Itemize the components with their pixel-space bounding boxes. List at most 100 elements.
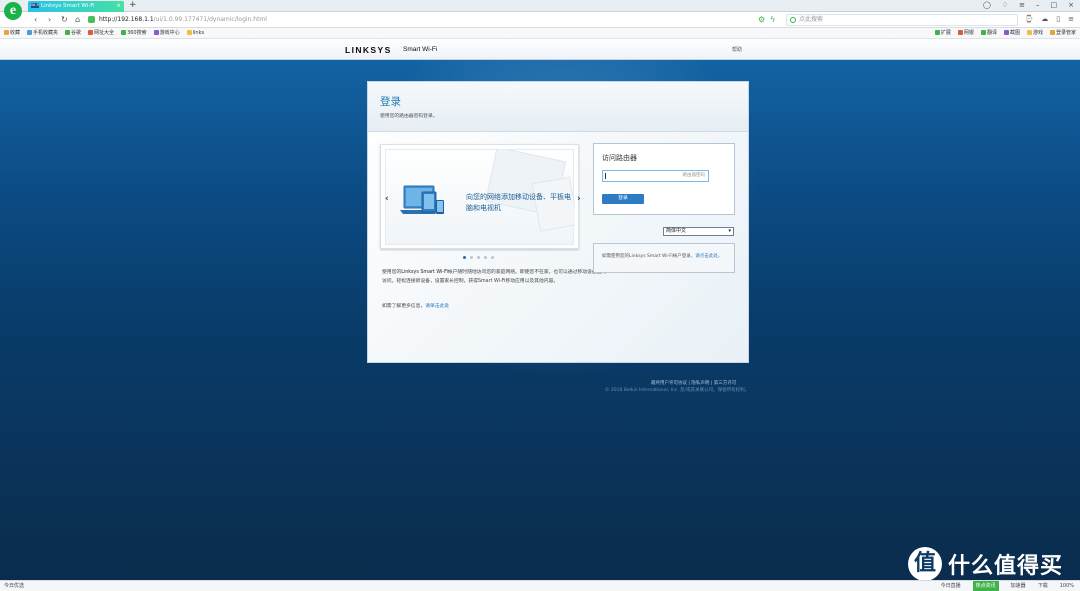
url-input[interactable]: http://192.168.1.1/ui/1.0.99.177471/dyna… bbox=[88, 14, 772, 26]
footer-copyright: © 2016 Belkin International, Inc. 及/或其关联… bbox=[605, 388, 750, 393]
access-router-panel: 访问路由器 路由器密码 登录 bbox=[593, 143, 735, 215]
toolbar-bookmark-item[interactable]: 翻译 bbox=[980, 28, 997, 39]
bookmark-item[interactable]: 手机收藏夹 bbox=[27, 28, 58, 39]
bookmark-label: 网址大全 bbox=[94, 30, 115, 36]
watermark: 值 什么值得买 bbox=[908, 547, 1063, 580]
description-highlight: Linksys Smart Wi-Fi bbox=[401, 270, 448, 275]
toolbar-bookmark-icon bbox=[934, 30, 940, 35]
bookmark-icon bbox=[153, 30, 159, 35]
text-caret bbox=[605, 173, 606, 179]
linksys-logo: LINKSYS bbox=[345, 45, 392, 55]
toolbar-bookmark-label: 游戏 bbox=[1032, 30, 1043, 36]
status-item[interactable]: 加速器 bbox=[1011, 581, 1026, 591]
bookmarks-bar: 收藏 手机收藏夹 谷歌 网址大全 360搜索 游戏中心 links 扩展 网银 翻译 截图 游戏 登录… bbox=[0, 28, 1080, 39]
today-picks[interactable]: 今日优选 bbox=[4, 581, 24, 591]
minimize-icon[interactable]: – bbox=[1036, 1, 1040, 9]
bookmarks-left: 收藏 手机收藏夹 谷歌 网址大全 360搜索 游戏中心 links bbox=[4, 28, 204, 39]
toolbar-bookmark-item[interactable]: 截图 bbox=[1003, 28, 1020, 39]
close-window-icon[interactable]: × bbox=[1068, 1, 1074, 9]
skin-icon[interactable]: ♢ bbox=[1002, 1, 1008, 9]
phone-icon[interactable]: ▯ bbox=[1056, 15, 1060, 23]
more-menu-icon[interactable]: ≡ bbox=[1068, 15, 1074, 23]
toolbar-bookmark-item[interactable]: 登录管家 bbox=[1049, 28, 1076, 39]
status-item[interactable]: 下载 bbox=[1038, 581, 1048, 591]
toolbar-bookmark-item[interactable]: 游戏 bbox=[1026, 28, 1043, 39]
language-value: 简体中文 bbox=[666, 228, 687, 234]
bookmark-item[interactable]: 360搜索 bbox=[121, 28, 147, 39]
carousel-dot-5[interactable] bbox=[491, 256, 494, 259]
bookmark-icon bbox=[121, 30, 127, 35]
carousel-dot-2[interactable] bbox=[470, 256, 473, 259]
carousel-caption: 向您的网络添加移动设备、平板电脑和电视机 bbox=[466, 193, 571, 212]
bookmark-item[interactable]: 网址大全 bbox=[88, 28, 114, 39]
lightning-icon[interactable]: ϟ bbox=[770, 14, 775, 26]
language-select[interactable]: 简体中文 ▾ bbox=[663, 227, 734, 236]
page-subtitle: 使用您的路由器密码登录。 bbox=[380, 114, 438, 119]
dropdown-caret-icon: ▾ bbox=[728, 228, 731, 234]
new-tab-button[interactable]: + bbox=[129, 0, 137, 11]
url-path: /ui/1.0.99.177471/dynamic/login.html bbox=[153, 16, 267, 23]
login-card: 登录 使用您的路由器密码登录。 ‹ › 向您的网络添加移动设备、平板电脑和电视机… bbox=[367, 81, 749, 363]
login-card-header: 登录 使用您的路由器密码登录。 bbox=[368, 82, 748, 132]
toolbar-bookmark-icon bbox=[957, 30, 963, 35]
bookmark-item[interactable]: 游戏中心 bbox=[153, 28, 180, 39]
maximize-icon[interactable]: □ bbox=[1051, 1, 1058, 9]
user-icon[interactable]: ◯ bbox=[983, 1, 991, 9]
url-host: http://192.168.1.1 bbox=[99, 16, 154, 23]
toolbar-bookmark-label: 网银 bbox=[963, 30, 974, 36]
access-router-title: 访问路由器 bbox=[602, 154, 637, 162]
cloud-icon[interactable]: ☁ bbox=[1041, 15, 1048, 23]
watermark-text: 什么值得买 bbox=[948, 554, 1064, 579]
carousel-next-icon[interactable]: › bbox=[577, 194, 581, 204]
toolbar-bookmark-icon bbox=[1049, 30, 1055, 35]
bookmark-icon bbox=[27, 30, 33, 35]
bookmark-label: 手机收藏夹 bbox=[33, 30, 59, 36]
carousel-prev-icon[interactable]: ‹ bbox=[385, 194, 389, 204]
status-item[interactable]: 100% bbox=[1060, 581, 1074, 591]
shield-status-icon[interactable]: ⚙ bbox=[758, 14, 765, 26]
more-info-prefix: 如需了解更多信息， bbox=[382, 304, 426, 309]
router-password-input[interactable]: 路由器密码 bbox=[602, 170, 709, 182]
bookmark-item[interactable]: 谷歌 bbox=[65, 28, 81, 39]
tab-linksys[interactable]: Wi-Fi Linksys Smart Wi-Fi × bbox=[28, 1, 124, 12]
bookmark-icon bbox=[88, 30, 94, 35]
secure-shield-icon bbox=[88, 16, 95, 23]
reload-icon[interactable]: ↻ bbox=[61, 14, 68, 26]
status-item[interactable]: 热点资讯 bbox=[972, 581, 999, 591]
help-link[interactable]: 帮助 bbox=[732, 46, 742, 53]
password-placeholder: 路由器密码 bbox=[682, 173, 706, 178]
more-info-link[interactable]: 请单击此处 bbox=[425, 304, 449, 309]
carousel: ‹ › 向您的网络添加移动设备、平板电脑和电视机 bbox=[380, 144, 581, 249]
toolbar-bookmark-label: 翻译 bbox=[986, 30, 997, 36]
smart-wifi-account-panel: 如需使用您的Linksys Smart Wi-Fi帐户登录，请点击此处。 bbox=[593, 243, 735, 273]
feature-description: 使用您的Linksys Smart Wi-Fi帐户随时随地访问您的家庭网络。即使… bbox=[382, 269, 608, 286]
carousel-dot-1[interactable] bbox=[463, 256, 466, 259]
login-button[interactable]: 登录 bbox=[602, 194, 644, 204]
window-controls: ◯ ♢ ≡ – □ × bbox=[983, 1, 1074, 9]
carousel-dots bbox=[463, 256, 494, 259]
tab-favicon: Wi-Fi bbox=[31, 3, 40, 8]
toolbar-bookmark-item[interactable]: 扩展 bbox=[934, 28, 951, 39]
history-icon[interactable]: ⌚ bbox=[1025, 15, 1034, 23]
tab-title: Linksys Smart Wi-Fi bbox=[41, 3, 95, 9]
status-item[interactable]: 今日直播 bbox=[941, 581, 961, 591]
footer-links[interactable]: 最终用户许可协议 | 隐私声明 | 第三方许可 bbox=[651, 380, 736, 386]
search-input[interactable]: 点此搜索 bbox=[786, 14, 1018, 26]
close-tab-icon[interactable]: × bbox=[116, 1, 121, 12]
smart-wifi-login-link[interactable]: 请点击此处。 bbox=[695, 254, 722, 259]
home-icon[interactable]: ⌂ bbox=[75, 14, 80, 26]
app-text-prefix: 如需使用您的Linksys Smart Wi-Fi帐户登录， bbox=[602, 254, 696, 259]
carousel-dot-3[interactable] bbox=[477, 256, 480, 259]
toolbar-bookmark-icon bbox=[1026, 30, 1032, 35]
bookmark-item[interactable]: links bbox=[186, 28, 204, 39]
back-icon[interactable]: ‹ bbox=[34, 14, 37, 26]
page-title: 登录 bbox=[380, 96, 401, 108]
description-prefix: 使用您的 bbox=[382, 270, 402, 275]
toolbar-bookmark-item[interactable]: 网银 bbox=[957, 28, 974, 39]
bookmark-item[interactable]: 收藏 bbox=[4, 28, 20, 39]
forward-icon[interactable]: › bbox=[48, 14, 51, 26]
bookmark-label: 谷歌 bbox=[71, 30, 82, 36]
bookmark-label: 游戏中心 bbox=[159, 30, 180, 36]
menu-icon[interactable]: ≡ bbox=[1019, 1, 1025, 9]
carousel-dot-4[interactable] bbox=[484, 256, 487, 259]
